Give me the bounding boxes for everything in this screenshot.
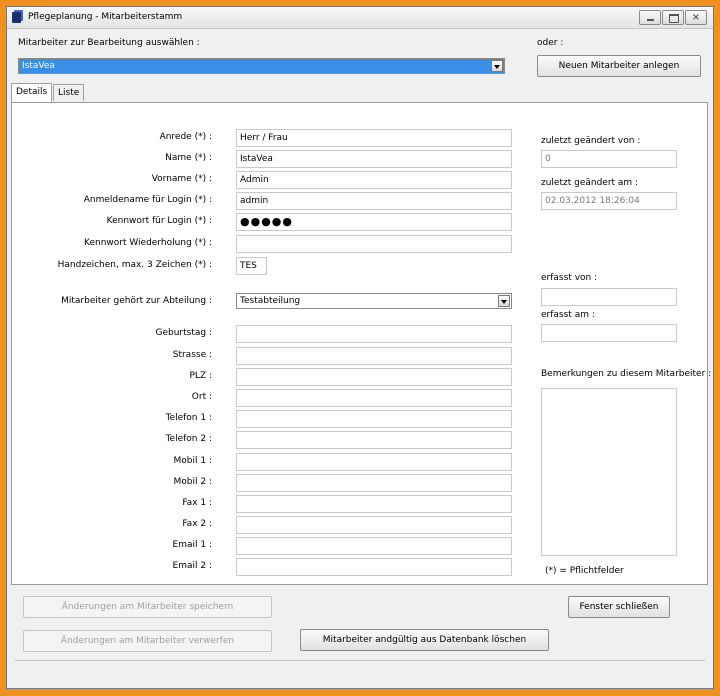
created-by-field	[541, 288, 677, 306]
name-field[interactable]: IstaVea	[236, 150, 512, 168]
tab-liste[interactable]: Liste	[53, 84, 85, 101]
department-label: Mitarbeiter gehört zur Abteilung :	[61, 296, 212, 306]
department-value: Testabteilung	[240, 296, 301, 306]
telefon1-label: Telefon 1 :	[165, 413, 212, 423]
app-icon	[12, 12, 21, 23]
mobil2-field[interactable]	[236, 474, 512, 492]
fax1-field[interactable]	[236, 495, 512, 513]
vorname-field[interactable]: Admin	[236, 171, 512, 189]
geburtstag-label: Geburtstag :	[155, 328, 213, 338]
email2-label: Email 2 :	[172, 561, 212, 571]
name-label: Name (*) :	[165, 153, 212, 163]
close-icon: ×	[691, 12, 701, 23]
strasse-field[interactable]	[236, 347, 512, 365]
window-title: Pflegeplanung - Mitarbeiterstamm	[28, 12, 183, 22]
title-bar[interactable]: Pflegeplanung - Mitarbeiterstamm ×	[7, 7, 713, 29]
changed-at-label: zuletzt geändert am :	[541, 178, 639, 188]
strasse-label: Strasse :	[172, 350, 212, 360]
email1-field[interactable]	[236, 537, 512, 555]
chevron-down-icon[interactable]	[491, 60, 503, 72]
close-window-button[interactable]: ×	[685, 10, 707, 25]
password-repeat-label: Kennwort Wiederholung (*) :	[84, 238, 212, 248]
remarks-label: Bemerkungen zu diesem Mitarbeiter :	[541, 369, 712, 379]
mobil1-label: Mobil 1 :	[173, 456, 212, 466]
details-panel: Anrede (*) : Name (*) : Vorname (*) : An…	[11, 102, 712, 585]
maximize-button[interactable]	[662, 10, 684, 25]
new-employee-button[interactable]: Neuen Mitarbeiter anlegen	[537, 55, 701, 77]
minimize-button[interactable]	[639, 10, 661, 25]
vorname-label: Vorname (*) :	[151, 174, 212, 184]
created-at-label: erfasst am :	[541, 310, 595, 320]
fax2-field[interactable]	[236, 516, 512, 534]
window: Pflegeplanung - Mitarbeiterstamm × Mitar…	[6, 6, 714, 689]
employee-select-dropdown[interactable]: IstaVea	[18, 58, 505, 74]
remarks-textarea[interactable]	[541, 388, 677, 556]
changed-by-label: zuletzt geändert von :	[541, 136, 641, 146]
password-repeat-field[interactable]	[236, 235, 512, 253]
password-field[interactable]: ●●●●●	[236, 213, 512, 231]
department-dropdown[interactable]: Testabteilung	[236, 293, 512, 309]
anrede-field[interactable]: Herr / Frau	[236, 129, 512, 147]
email2-field[interactable]	[236, 558, 512, 576]
mobil1-field[interactable]	[236, 453, 512, 471]
geburtstag-field[interactable]	[236, 325, 512, 343]
mobil2-label: Mobil 2 :	[173, 477, 212, 487]
save-button[interactable]: Änderungen am Mitarbeiter speichern	[23, 596, 272, 618]
plz-label: PLZ :	[189, 371, 213, 381]
ort-label: Ort :	[191, 392, 212, 402]
password-label: Kennwort für Login (*) :	[106, 216, 212, 226]
changed-at-field: 02.03.2012 18:26:04	[541, 192, 677, 210]
employee-select-label: Mitarbeiter zur Bearbeitung auswählen :	[18, 38, 200, 48]
employee-select-value: IstaVea	[22, 61, 55, 71]
discard-button[interactable]: Änderungen am Mitarbeiter verwerfen	[23, 630, 272, 652]
fax2-label: Fax 2 :	[182, 519, 212, 529]
ort-field[interactable]	[236, 389, 512, 407]
login-field[interactable]: admin	[236, 192, 512, 210]
tab-details[interactable]: Details	[11, 83, 53, 102]
changed-by-field: 0	[541, 150, 677, 168]
login-label: Anmeldename für Login (*) :	[83, 195, 212, 205]
telefon1-field[interactable]	[236, 410, 512, 428]
initials-label: Handzeichen, max. 3 Zeichen (*) :	[57, 260, 212, 270]
email1-label: Email 1 :	[172, 540, 212, 550]
initials-field[interactable]: TES	[236, 257, 267, 275]
or-label: oder :	[537, 38, 564, 48]
telefon2-label: Telefon 2 :	[165, 434, 212, 444]
divider	[15, 660, 705, 661]
telefon2-field[interactable]	[236, 431, 512, 449]
chevron-down-icon[interactable]	[498, 295, 510, 307]
required-note: (*) = Pflichtfelder	[545, 566, 624, 576]
created-by-label: erfasst von :	[541, 273, 598, 283]
delete-employee-button[interactable]: Mitarbeiter andgültig aus Datenbank lösc…	[300, 629, 549, 651]
fax1-label: Fax 1 :	[182, 498, 212, 508]
close-button[interactable]: Fenster schließen	[568, 596, 670, 618]
anrede-label: Anrede (*) :	[159, 132, 212, 142]
created-at-field	[541, 324, 677, 342]
plz-field[interactable]	[236, 368, 512, 386]
